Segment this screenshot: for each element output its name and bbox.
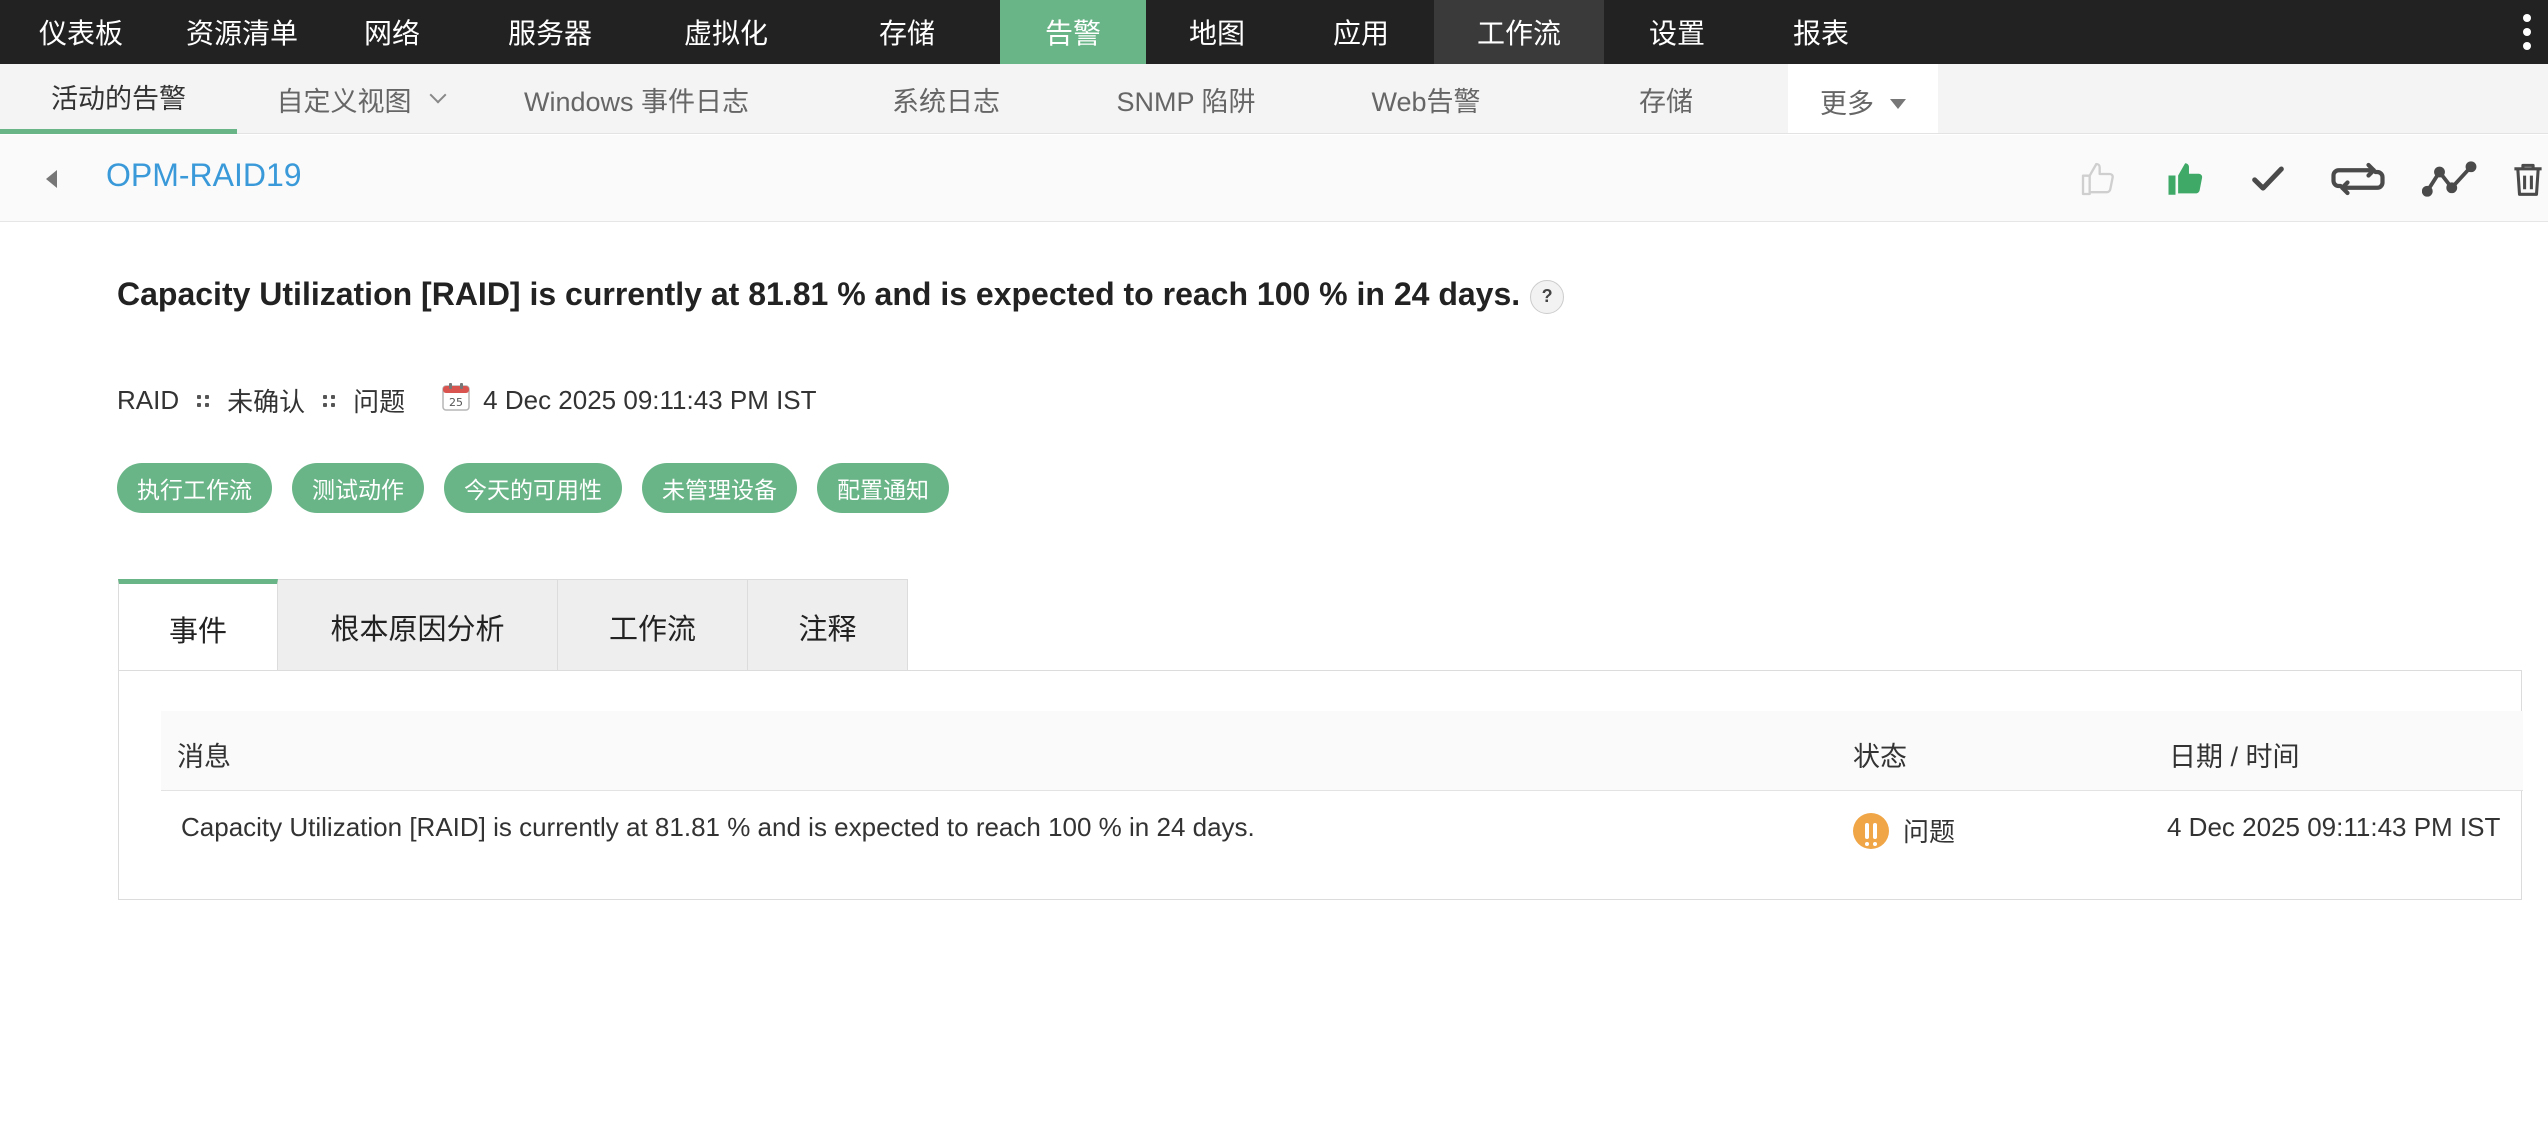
- tab-events[interactable]: 事件: [118, 579, 278, 675]
- thumbs-up-icon[interactable]: [2162, 155, 2210, 203]
- alarm-title: Capacity Utilization [RAID] is currently…: [117, 276, 1565, 314]
- more-options-icon[interactable]: [2512, 0, 2542, 64]
- trouble-status-icon: [1853, 813, 1889, 850]
- column-header-message[interactable]: 消息: [177, 735, 231, 774]
- nav-item-dashboard[interactable]: 仪表板: [0, 0, 162, 64]
- sub-navigation: 活动的告警 自定义视图 Windows 事件日志 系统日志 SNMP 陷阱 We…: [0, 64, 2548, 134]
- delete-icon[interactable]: [2510, 155, 2546, 203]
- subnav-more[interactable]: 更多: [1788, 64, 1938, 133]
- device-name-link[interactable]: OPM-RAID19: [106, 157, 302, 194]
- alarm-severity: 问题: [353, 387, 406, 417]
- subnav-custom-views[interactable]: 自定义视图: [237, 64, 483, 134]
- repeat-icon[interactable]: [2330, 155, 2386, 203]
- nav-item-storage[interactable]: 存储: [814, 0, 1000, 64]
- separator-icon: [197, 394, 210, 407]
- subnav-active-alarms[interactable]: 活动的告警: [0, 64, 237, 134]
- alarm-category: RAID: [117, 385, 180, 415]
- detail-tabs: 事件 根本原因分析 工作流 注释: [118, 579, 908, 675]
- subnav-more-label: 更多: [1820, 89, 1874, 119]
- execute-workflow-button[interactable]: 执行工作流: [117, 463, 272, 513]
- graph-icon[interactable]: [2422, 155, 2478, 203]
- alarm-meta: RAID 未确认 问题 25 4 Dec 2025 09:11:43 PM IS…: [117, 382, 817, 419]
- alarm-header-bar: OPM-RAID19: [0, 135, 2548, 222]
- nav-item-servers[interactable]: 服务器: [462, 0, 638, 64]
- checkmark-icon[interactable]: [2244, 155, 2292, 203]
- event-status-label: 问题: [1903, 817, 1956, 847]
- nav-item-workflow[interactable]: 工作流: [1434, 0, 1604, 64]
- caret-down-icon: [1890, 98, 1906, 109]
- subnav-syslog[interactable]: 系统日志: [790, 64, 1102, 134]
- event-status: 问题: [1853, 812, 1956, 850]
- tab-root-cause-analysis[interactable]: 根本原因分析: [278, 579, 558, 675]
- nav-item-network[interactable]: 网络: [322, 0, 462, 64]
- unmanage-device-button[interactable]: 未管理设备: [642, 463, 797, 513]
- back-icon[interactable]: [46, 170, 57, 188]
- tab-notes[interactable]: 注释: [748, 579, 908, 675]
- alarm-title-text: Capacity Utilization [RAID] is currently…: [117, 276, 1521, 312]
- nav-item-inventory[interactable]: 资源清单: [162, 0, 322, 64]
- subnav-windows-event-logs[interactable]: Windows 事件日志: [483, 64, 790, 134]
- event-message: Capacity Utilization [RAID] is currently…: [181, 812, 1255, 842]
- thumbs-up-outline-icon[interactable]: [2074, 155, 2122, 203]
- table-header: 消息 状态 日期 / 时间: [161, 711, 2523, 791]
- configure-notification-button[interactable]: 配置通知: [817, 463, 949, 513]
- help-icon[interactable]: ?: [1530, 279, 1565, 314]
- alarm-ack-status: 未确认: [227, 387, 306, 417]
- event-datetime: 4 Dec 2025 09:11:43 PM IST: [2167, 812, 2501, 842]
- separator-icon: [323, 394, 336, 407]
- nav-item-alarms[interactable]: 告警: [1000, 0, 1146, 64]
- tab-workflow[interactable]: 工作流: [558, 579, 748, 675]
- subnav-snmp-traps[interactable]: SNMP 陷阱: [1102, 64, 1270, 134]
- subnav-web-alarms[interactable]: Web告警: [1270, 64, 1582, 134]
- nav-item-reports[interactable]: 报表: [1750, 0, 1892, 64]
- top-navigation: 仪表板 资源清单 网络 服务器 虚拟化 存储 告警 地图 应用 工作流 设置 报…: [0, 0, 2548, 64]
- nav-item-settings[interactable]: 设置: [1604, 0, 1750, 64]
- column-header-status[interactable]: 状态: [1853, 735, 1907, 774]
- chevron-down-icon[interactable]: [429, 86, 446, 104]
- events-panel: 消息 状态 日期 / 时间 Capacity Utilization [RAID…: [118, 670, 2523, 900]
- nav-item-virtualization[interactable]: 虚拟化: [638, 0, 814, 64]
- action-pills: 执行工作流 测试动作 今天的可用性 未管理设备 配置通知: [117, 463, 949, 513]
- test-action-button[interactable]: 测试动作: [292, 463, 424, 513]
- subnav-custom-views-label: 自定义视图: [276, 86, 412, 117]
- subnav-storage[interactable]: 存储: [1582, 64, 1750, 134]
- calendar-icon: 25: [441, 382, 471, 419]
- todays-availability-button[interactable]: 今天的可用性: [444, 463, 622, 513]
- alarm-timestamp: 4 Dec 2025 09:11:43 PM IST: [483, 385, 817, 415]
- nav-item-maps[interactable]: 地图: [1146, 0, 1288, 64]
- svg-text:25: 25: [449, 396, 463, 409]
- table-row: Capacity Utilization [RAID] is currently…: [161, 792, 2523, 860]
- column-header-datetime[interactable]: 日期 / 时间: [2169, 735, 2300, 774]
- nav-item-apps[interactable]: 应用: [1288, 0, 1434, 64]
